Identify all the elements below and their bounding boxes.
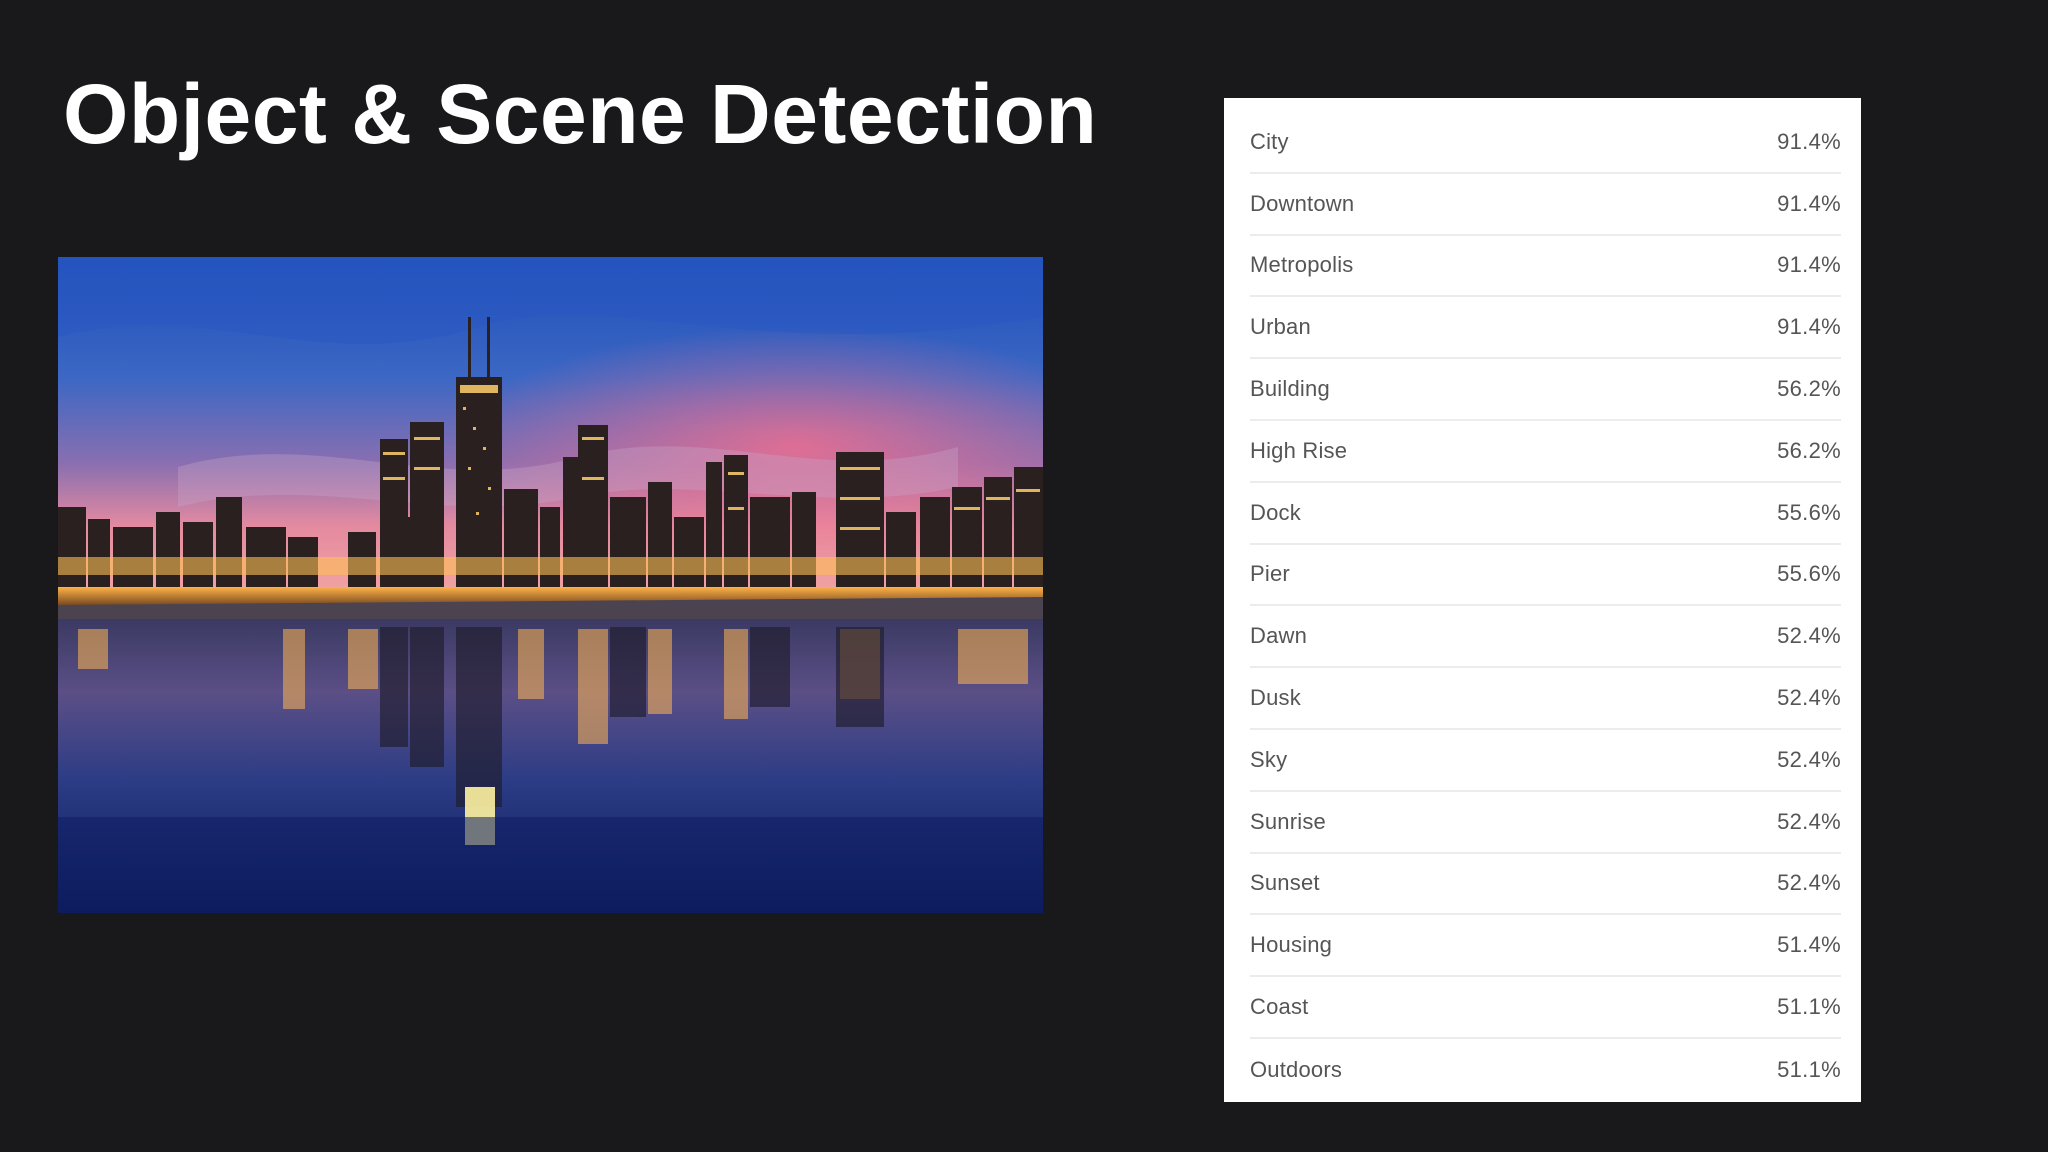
result-label: Housing [1250,932,1333,958]
result-row: Dawn 52.4% [1250,606,1841,669]
city-skyline-photo [58,257,1043,913]
result-confidence: 51.1% [1777,994,1841,1020]
result-row: Urban 91.4% [1250,297,1841,360]
result-confidence: 55.6% [1777,499,1841,525]
result-label: Metropolis [1250,252,1354,278]
result-row: Housing 51.4% [1250,915,1841,978]
result-label: Building [1250,376,1330,402]
result-row: City 91.4% [1250,112,1841,174]
result-label: Sky [1250,746,1288,772]
result-row: Pier 55.6% [1250,545,1841,607]
result-confidence: 91.4% [1777,128,1841,154]
result-row: High Rise 56.2% [1250,421,1841,483]
result-label: Sunset [1250,870,1320,896]
result-confidence: 52.4% [1777,870,1841,896]
result-confidence: 91.4% [1777,190,1841,216]
result-row: Downtown 91.4% [1250,174,1841,236]
result-confidence: 51.1% [1777,1056,1841,1082]
result-confidence: 51.4% [1777,932,1841,958]
result-label: Sunrise [1250,808,1326,834]
result-row: Outdoors 51.1% [1250,1039,1841,1101]
result-row: Sunrise 52.4% [1250,792,1841,854]
result-label: Urban [1250,314,1311,340]
result-confidence: 55.6% [1777,561,1841,587]
result-label: Dawn [1250,623,1308,649]
result-row: Building 56.2% [1250,359,1841,421]
result-row: Sunset 52.4% [1250,854,1841,916]
city-skyline-image [58,257,1043,913]
result-label: City [1250,128,1289,154]
result-label: High Rise [1250,437,1348,463]
detection-results-list: City 91.4% Downtown 91.4% Metropolis 91.… [1250,112,1841,1101]
detection-results-panel: City 91.4% Downtown 91.4% Metropolis 91.… [1224,98,1861,1102]
result-confidence: 91.4% [1777,252,1841,278]
result-row: Coast 51.1% [1250,977,1841,1039]
result-row: Metropolis 91.4% [1250,236,1841,298]
result-confidence: 91.4% [1777,314,1841,340]
result-label: Outdoors [1250,1056,1343,1082]
result-confidence: 56.2% [1777,437,1841,463]
result-label: Dusk [1250,685,1301,711]
result-confidence: 52.4% [1777,623,1841,649]
result-confidence: 52.4% [1777,685,1841,711]
result-row: Sky 52.4% [1250,730,1841,792]
result-confidence: 56.2% [1777,376,1841,402]
result-confidence: 52.4% [1777,746,1841,772]
result-label: Dock [1250,499,1301,525]
result-row: Dusk 52.4% [1250,668,1841,730]
result-label: Downtown [1250,190,1355,216]
result-label: Pier [1250,561,1290,587]
result-row: Dock 55.6% [1250,483,1841,545]
result-label: Coast [1250,994,1309,1020]
slide-title: Object & Scene Detection [63,67,1098,161]
result-confidence: 52.4% [1777,808,1841,834]
